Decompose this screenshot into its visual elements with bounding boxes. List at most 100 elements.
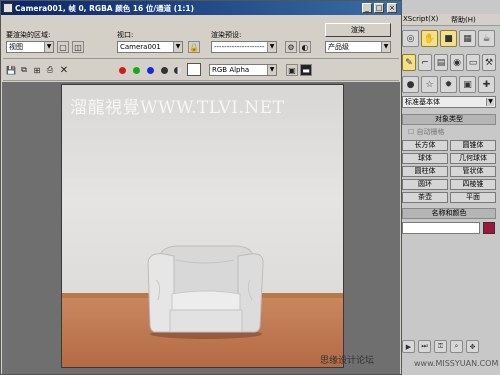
pyramid-button[interactable]: 四棱锥: [450, 179, 496, 190]
object-buttons-grid: 长方体 圆锥体 球体 几何球体 圆柱体 管状体 圆环 四棱锥 茶壶 平面: [402, 140, 496, 203]
minimize-button[interactable]: _: [362, 3, 372, 13]
render-button[interactable]: 渲染: [325, 23, 391, 37]
toolbar-divider: [3, 58, 399, 59]
area-value: 视图: [9, 43, 23, 51]
menu-maxscript[interactable]: XScript(X): [403, 15, 438, 23]
toggle-ui-icon[interactable]: ▬: [300, 64, 312, 76]
torus-button[interactable]: 圆环: [402, 179, 448, 190]
rendered-frame-window: Camera001, 帧 0, RGBA 颜色 16 位/通道 (1:1) _ …: [0, 0, 402, 375]
green-channel-icon[interactable]: [133, 67, 140, 74]
print-icon[interactable]: ⎙: [44, 64, 56, 76]
copy-icon[interactable]: ⧉: [18, 64, 30, 76]
name-color-rollout[interactable]: 名称和颜色: [402, 208, 496, 219]
clear-icon[interactable]: ✕: [58, 64, 70, 76]
sphere-button[interactable]: 球体: [402, 153, 448, 164]
cone-button[interactable]: 圆锥体: [450, 140, 496, 151]
object-name-field[interactable]: [402, 222, 480, 234]
name-color-row: [402, 222, 496, 235]
environment-icon[interactable]: ◐: [299, 41, 311, 53]
chevron-down-icon: ▼: [267, 65, 276, 75]
quality-value: 产品级: [328, 43, 349, 51]
object-type-rollout[interactable]: 对象类型: [402, 114, 496, 125]
clone-icon[interactable]: ⊞: [31, 64, 43, 76]
viewport-label: 视口:: [117, 31, 134, 39]
teapot-icon[interactable]: ☕: [478, 30, 495, 47]
autogrid-label: 自动栅格: [416, 128, 445, 136]
lock-icon[interactable]: 🔒: [188, 41, 200, 53]
pan-icon[interactable]: ✥: [466, 340, 479, 353]
category-icons-row: ● ☆ ✹ ▣ ✚: [402, 76, 496, 94]
footer-watermark: 思缘设计论坛: [320, 356, 375, 366]
area-label: 要渲染的区域:: [6, 31, 51, 39]
primitive-type-value: 标准基本体: [405, 98, 440, 106]
color-swatch[interactable]: [187, 63, 201, 76]
primitive-type-dropdown[interactable]: 标准基本体 ▼: [402, 96, 496, 108]
geosphere-button[interactable]: 几何球体: [450, 153, 496, 164]
app-icon: [3, 3, 13, 13]
alpha-channel-icon[interactable]: [161, 67, 168, 74]
cameras-icon[interactable]: ▣: [459, 76, 476, 93]
camera-icon[interactable]: ■: [440, 30, 457, 47]
edit-region-icon[interactable]: ▢: [57, 41, 69, 53]
cylinder-button[interactable]: 圆柱体: [402, 166, 448, 177]
zoom-icon[interactable]: ⌕: [450, 340, 463, 353]
area-select[interactable]: 视图 ▼: [6, 41, 54, 53]
utilities-tab-icon[interactable]: ⚒: [482, 54, 496, 71]
next-frame-icon[interactable]: ⏭: [418, 340, 431, 353]
armchair-image: [147, 245, 264, 339]
command-tabs-row: ✎ ⌐ ▤ ◉ ▭ ⚒: [402, 54, 496, 72]
blue-channel-icon[interactable]: [147, 67, 154, 74]
helpers-icon[interactable]: ✚: [478, 76, 495, 93]
shapes-icon[interactable]: ☆: [421, 76, 438, 93]
toolbar-icons-row: ◎ ✋ ■ ▦ ☕: [402, 30, 496, 48]
display-alpha-icon[interactable]: ▣: [286, 64, 298, 76]
motion-tab-icon[interactable]: ◉: [450, 54, 464, 71]
title-bar: Camera001, 帧 0, RGBA 颜色 16 位/通道 (1:1) _ …: [1, 1, 401, 15]
select-move-icon[interactable]: ✋: [421, 30, 438, 47]
rendered-image: 溜龍視覺WWW.TLVI.NET: [61, 84, 344, 368]
play-icon[interactable]: ▶: [402, 340, 415, 353]
hierarchy-tab-icon[interactable]: ▤: [434, 54, 448, 71]
box-button[interactable]: 长方体: [402, 140, 448, 151]
preset-label: 渲染预设:: [211, 31, 242, 39]
autogrid-checkbox[interactable]: ☐ 自动栅格: [402, 127, 496, 137]
chevron-down-icon: ▼: [44, 42, 53, 52]
monochrome-icon[interactable]: [174, 67, 181, 74]
preset-value: --------------------: [214, 43, 265, 51]
chevron-down-icon: ▼: [486, 98, 494, 106]
snap-icon[interactable]: ◎: [402, 30, 419, 47]
render-frame-icon[interactable]: ▦: [459, 30, 476, 47]
object-color-swatch[interactable]: [483, 222, 495, 234]
bottom-toolbar: ▶ ⏭ ⚿ ⌕ ✥: [402, 340, 496, 354]
channel-select[interactable]: RGB Alpha ▼: [209, 64, 277, 76]
save-icon[interactable]: 💾: [5, 64, 17, 76]
create-tab-icon[interactable]: ✎: [402, 54, 416, 71]
chevron-down-icon: ▼: [267, 42, 276, 52]
preset-select[interactable]: -------------------- ▼: [211, 41, 277, 53]
render-setup-icon[interactable]: ⚙: [285, 41, 297, 53]
red-channel-icon[interactable]: [119, 67, 126, 74]
window-title: Camera001, 帧 0, RGBA 颜色 16 位/通道 (1:1): [15, 4, 194, 13]
plane-button[interactable]: 平面: [450, 192, 496, 203]
geometry-icon[interactable]: ●: [402, 76, 419, 93]
display-tab-icon[interactable]: ▭: [466, 54, 480, 71]
viewport-select[interactable]: Camera001 ▼: [117, 41, 183, 53]
checkbox-icon: ☐: [408, 128, 415, 136]
viewport-divider: [3, 80, 399, 81]
menu-bar: XScript(X) 帮助(H): [391, 14, 500, 26]
auto-region-icon[interactable]: ◫: [72, 41, 84, 53]
teapot-button[interactable]: 茶壶: [402, 192, 448, 203]
tube-button[interactable]: 管状体: [450, 166, 496, 177]
quality-select[interactable]: 产品级 ▼: [325, 41, 391, 53]
menu-help[interactable]: 帮助(H): [451, 15, 476, 25]
watermark-text: 溜龍視覺WWW.TLVI.NET: [70, 98, 285, 118]
chevron-down-icon: ▼: [381, 42, 390, 52]
viewport-value: Camera001: [120, 43, 161, 51]
key-icon[interactable]: ⚿: [434, 340, 447, 353]
close-button[interactable]: ×: [387, 3, 397, 13]
chevron-down-icon: ▼: [173, 42, 182, 52]
footer-site-url: www.MISSYUAN.COM: [414, 359, 499, 368]
maximize-button[interactable]: □: [374, 3, 384, 13]
modify-tab-icon[interactable]: ⌐: [418, 54, 432, 71]
lights-icon[interactable]: ✹: [440, 76, 457, 93]
